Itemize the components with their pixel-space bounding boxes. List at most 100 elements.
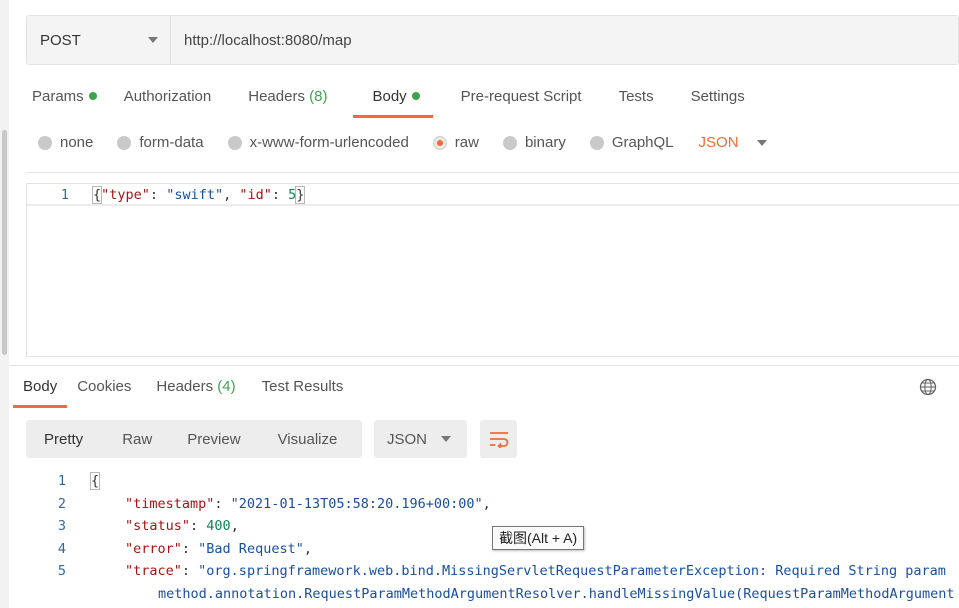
radio-circle-icon <box>38 135 52 150</box>
code-string: "org.springframework.web.bind.MissingSer… <box>198 563 946 579</box>
headers-count: (8) <box>309 88 328 105</box>
wrap-lines-button[interactable] <box>480 420 517 458</box>
wrap-lines-icon <box>489 432 508 448</box>
tab-test-results[interactable]: Test Results <box>252 372 354 408</box>
view-pretty-button[interactable]: Pretty <box>26 420 101 458</box>
request-url-bar: POST http://localhost:8080/map <box>26 15 959 65</box>
code-brace: } <box>295 186 306 204</box>
code-key: "id" <box>239 187 272 203</box>
tab-pre-request-script-label: Pre-request Script <box>460 88 582 105</box>
radio-raw-label: raw <box>454 134 479 151</box>
url-input[interactable]: http://localhost:8080/map <box>171 16 958 64</box>
tab-authorization-label: Authorization <box>123 88 212 105</box>
code-punct: , <box>223 187 240 203</box>
line-number: 1 <box>60 187 69 203</box>
globe-icon[interactable] <box>919 378 937 396</box>
code-brace: { <box>91 186 103 204</box>
divider <box>26 172 959 173</box>
code-number: 400 <box>206 518 231 534</box>
active-dot-icon <box>88 92 97 100</box>
line-number: 4 <box>57 541 66 557</box>
scrollbar-thumb[interactable] <box>2 130 7 355</box>
radio-graphql[interactable]: GraphQL <box>589 134 674 151</box>
request-tabs: Params Authorization Headers (8) Body Pr… <box>22 82 755 118</box>
tab-body-label: Body <box>372 88 407 105</box>
code-key: "status" <box>125 518 191 534</box>
tab-settings[interactable]: Settings <box>681 82 755 118</box>
tab-params-label: Params <box>32 88 84 105</box>
view-mode-group: Pretty Raw Preview Visualize <box>26 420 362 458</box>
tab-response-body[interactable]: Body <box>13 372 68 408</box>
radio-none[interactable]: none <box>38 134 93 151</box>
code-punct: : <box>271 187 289 203</box>
response-headers-count: (4) <box>217 378 236 395</box>
radio-circle-icon <box>117 135 132 150</box>
code-line: {"type": "swift", "id": 5} <box>91 186 306 204</box>
tab-body[interactable]: Body <box>353 82 433 118</box>
radio-binary-label: binary <box>524 134 566 151</box>
radio-none-label: none <box>60 134 94 151</box>
radio-urlencoded-label: x-www-form-urlencoded <box>249 134 409 151</box>
response-format-select[interactable]: JSON <box>374 420 467 458</box>
radio-graphql-label: GraphQL <box>611 134 674 151</box>
radio-circle-icon <box>589 135 604 150</box>
tab-cookies-label: Cookies <box>77 378 132 395</box>
tab-settings-label: Settings <box>690 88 745 105</box>
code-string: "2021-01-13T05:58:20.196+00:00" <box>230 496 483 512</box>
tab-authorization[interactable]: Authorization <box>114 82 222 118</box>
radio-form-data-label: form-data <box>139 134 204 151</box>
tab-tests-label: Tests <box>618 88 654 105</box>
method-label: POST <box>40 31 81 49</box>
radio-circle-icon <box>502 135 517 150</box>
radio-binary[interactable]: binary <box>502 134 566 151</box>
active-dot-icon <box>411 92 420 100</box>
tab-response-headers-label: Headers <box>156 378 214 395</box>
view-raw-button[interactable]: Raw <box>101 420 170 458</box>
chevron-down-icon <box>441 436 451 442</box>
code-line: "trace": "org.springframework.web.bind.M… <box>125 563 946 579</box>
vertical-scrollbar[interactable] <box>0 0 9 608</box>
body-type-selector: none form-data x-www-form-urlencoded raw… <box>38 134 767 151</box>
request-body-editor[interactable]: 1 {"type": "swift", "id": 5} <box>26 183 959 357</box>
code-line-wrapped: method.annotation.RequestParamMethodArgu… <box>158 586 959 602</box>
view-preview-button[interactable]: Preview <box>170 420 258 458</box>
response-tabs: Body Cookies Headers (4) Test Results <box>13 372 353 408</box>
radio-form-data[interactable]: form-data <box>117 134 204 151</box>
line-number: 5 <box>57 563 66 579</box>
code-line: "timestamp": "2021-01-13T05:58:20.196+00… <box>125 496 491 512</box>
radio-selected-icon <box>432 135 447 150</box>
line-number: 3 <box>57 518 66 534</box>
response-format-label: JSON <box>387 430 428 448</box>
code-brace: { <box>89 472 101 490</box>
line-number: 2 <box>57 496 66 512</box>
tab-cookies[interactable]: Cookies <box>67 372 141 408</box>
tab-response-body-label: Body <box>23 378 58 395</box>
tab-test-results-label: Test Results <box>261 378 344 395</box>
chevron-down-icon <box>756 139 767 146</box>
tab-response-headers[interactable]: Headers (4) <box>146 372 245 408</box>
body-format-select[interactable]: JSON <box>699 134 767 151</box>
body-format-label: JSON <box>698 134 739 151</box>
screenshot-tooltip: 截图(Alt + A) <box>492 526 585 550</box>
code-line: { <box>89 472 959 490</box>
tab-headers[interactable]: Headers (8) <box>238 82 337 118</box>
radio-x-www-form-urlencoded[interactable]: x-www-form-urlencoded <box>227 134 409 151</box>
tab-params[interactable]: Params <box>22 82 107 118</box>
code-string: method.annotation.RequestParamMethodArgu… <box>158 586 955 602</box>
line-number: 1 <box>57 473 66 489</box>
view-visualize-button[interactable]: Visualize <box>259 420 350 458</box>
method-select[interactable]: POST <box>27 16 171 64</box>
tab-tests[interactable]: Tests <box>609 82 664 118</box>
code-key: "timestamp" <box>125 496 215 512</box>
code-key: "error" <box>125 541 182 557</box>
code-string: "Bad Request" <box>198 541 304 557</box>
radio-circle-icon <box>227 135 242 150</box>
chevron-down-icon <box>148 37 158 43</box>
code-key: "type" <box>101 187 150 203</box>
code-punct: : <box>149 187 167 203</box>
section-divider <box>9 365 959 366</box>
tab-pre-request-script[interactable]: Pre-request Script <box>451 82 592 118</box>
radio-raw[interactable]: raw <box>432 134 479 151</box>
code-string: "swift" <box>166 187 224 203</box>
tab-headers-label: Headers <box>248 88 305 105</box>
